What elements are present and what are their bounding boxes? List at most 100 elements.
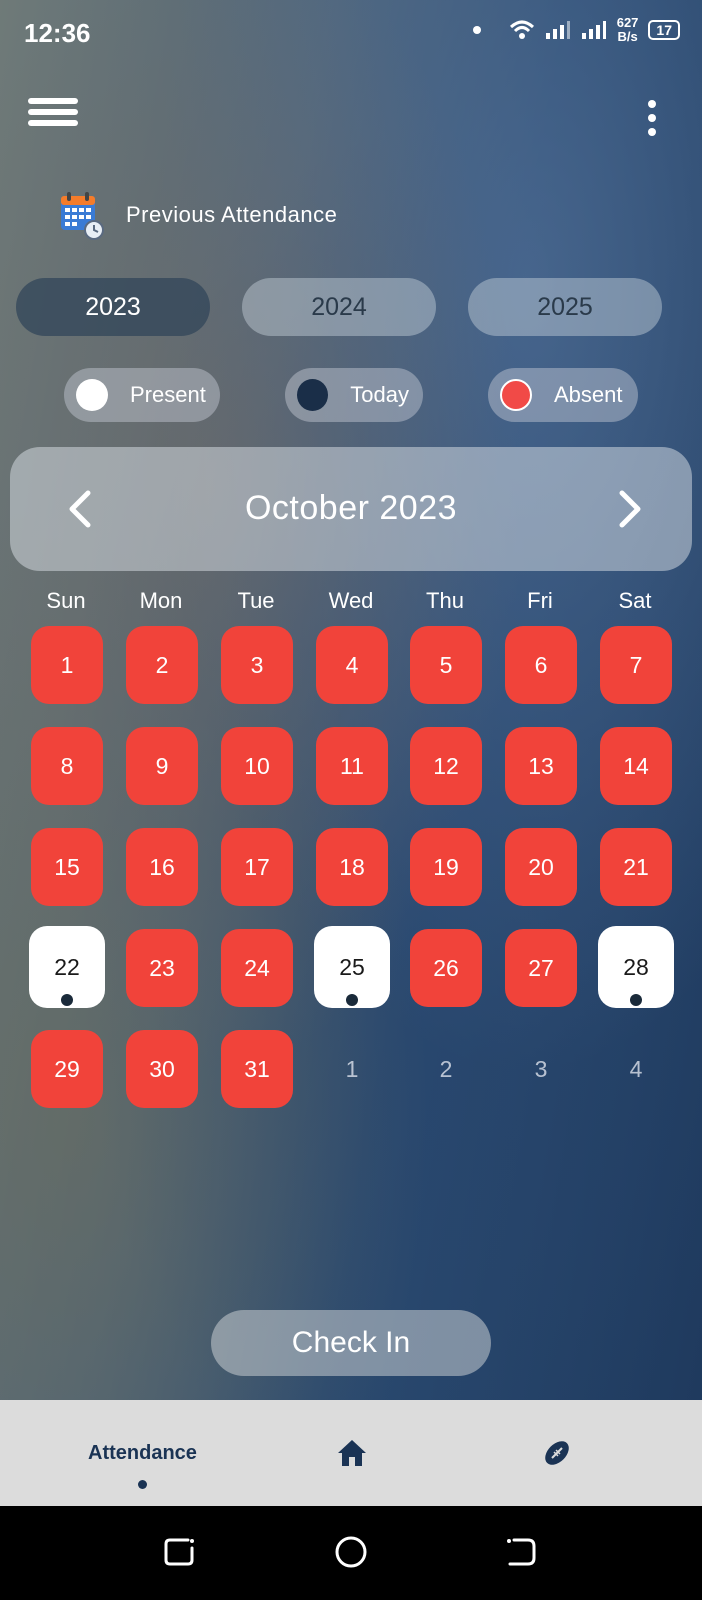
year-tab-2024[interactable]: 2024 [242,278,436,336]
calendar-day-number: 1 [60,651,74,678]
calendar-day-number: 31 [244,1055,270,1082]
check-in-button[interactable]: Check In [211,1310,491,1376]
home-button-icon[interactable] [333,1534,369,1570]
calendar-day-number: 20 [528,853,554,880]
calendar-day-number: 10 [244,752,270,779]
calendar-day-absent[interactable]: 24 [221,929,293,1007]
calendar-day-present[interactable]: 25 [314,926,390,1008]
weekday-thu: Thu [426,588,464,613]
calendar-day-absent[interactable]: 15 [31,828,103,906]
calendar-clock-icon [61,192,104,240]
month-header: October 2023 [10,447,692,571]
back-icon[interactable] [504,1534,540,1570]
status-time: 12:36 [24,18,91,48]
calendar-day-absent[interactable]: 1 [31,626,103,704]
legend-today-label: Today [350,382,409,407]
hamburger-menu-icon[interactable] [28,98,80,130]
battery-icon: 17 [648,20,680,40]
calendar-day-number: 26 [433,954,459,981]
calendar-day-absent[interactable]: 16 [126,828,198,906]
calendar-day-number: 24 [244,954,270,981]
calendar-day-absent[interactable]: 4 [316,626,388,704]
calendar-day-absent[interactable]: 6 [505,626,577,704]
calendar-day-absent[interactable]: 3 [221,626,293,704]
calendar-day-absent[interactable]: 7 [600,626,672,704]
calendar-day-number: 9 [155,752,169,779]
calendar-day-absent[interactable]: 27 [505,929,577,1007]
calendar-day-absent[interactable]: 13 [505,727,577,805]
chevron-right-icon[interactable] [610,487,650,531]
calendar-day-absent[interactable]: 9 [126,727,198,805]
calendar-day-number: 29 [54,1055,80,1082]
calendar-day-number: 21 [623,853,649,880]
calendar-day-number: 3 [250,651,264,678]
weekday-tue: Tue [237,588,275,613]
year-tab-2025[interactable]: 2025 [468,278,662,336]
football-icon [545,1441,569,1465]
system-navigation-bar [0,1506,702,1600]
nav-item-attendance[interactable]: Attendance [0,1400,234,1506]
recent-apps-icon[interactable] [162,1534,198,1570]
calendar-day-absent[interactable]: 17 [221,828,293,906]
weekday-mon: Mon [139,588,183,613]
wifi-icon [509,20,534,39]
calendar-day-present[interactable]: 28 [598,926,674,1008]
weekday-sun: Sun [46,588,86,613]
calendar-day-absent[interactable]: 8 [31,727,103,805]
network-speed-unit: B/s [617,29,638,44]
legend-absent: Absent [488,368,638,422]
calendar-day-other: 3 [505,1030,577,1108]
bottom-navigation: Attendance [0,1400,702,1506]
calendar-day-absent[interactable]: 10 [221,727,293,805]
status-bar: 12:36 627 B/s 17 [0,0,702,68]
calendar-day-absent[interactable]: 14 [600,727,672,805]
calendar-day-absent[interactable]: 31 [221,1030,293,1108]
calendar-day-number: 13 [528,752,554,779]
calendar-day-number: 19 [433,853,459,880]
home-icon [338,1440,366,1466]
calendar-day-absent[interactable]: 20 [505,828,577,906]
calendar-day-number: 30 [149,1055,175,1082]
calendar-day-absent[interactable]: 5 [410,626,482,704]
nav-item-home[interactable] [234,1400,468,1506]
calendar-day-absent[interactable]: 12 [410,727,482,805]
present-swatch-icon [76,379,108,411]
calendar-day-absent[interactable]: 29 [31,1030,103,1108]
more-options-icon[interactable] [646,100,658,136]
nav-item-sports[interactable] [468,1400,702,1506]
calendar-day-absent[interactable]: 21 [600,828,672,906]
nav-item-attendance-label: Attendance [88,1442,197,1464]
calendar-day-number: 22 [54,953,80,980]
legend-absent-label: Absent [554,382,623,407]
calendar-day-number: 7 [629,651,643,678]
calendar-day-number: 2 [155,651,169,678]
legend-present: Present [64,368,220,422]
previous-attendance-header: Previous Attendance [58,190,337,240]
calendar-day-absent[interactable]: 23 [126,929,198,1007]
previous-attendance-label: Previous Attendance [126,202,338,227]
calendar-day-number: 23 [149,954,175,981]
status-icons: 627 B/s 17 [472,16,680,44]
calendar-day-absent[interactable]: 11 [316,727,388,805]
attendance-mark-dot [61,994,73,1006]
calendar-day-absent[interactable]: 2 [126,626,198,704]
calendar-day-present[interactable]: 22 [29,926,105,1008]
month-title: October 2023 [244,489,458,527]
calendar-day-number: 25 [339,953,365,980]
calendar-day-number: 28 [623,953,649,980]
calendar-day-absent[interactable]: 18 [316,828,388,906]
calendar-day-number: 5 [439,651,453,678]
signal-icon [545,21,570,39]
attendance-mark-dot [630,994,642,1006]
calendar-day-absent[interactable]: 26 [410,929,482,1007]
weekday-sat: Sat [618,588,652,613]
weekday-fri: Fri [527,588,553,613]
weekday-wed: Wed [328,588,374,613]
calendar-day-absent[interactable]: 30 [126,1030,198,1108]
year-tab-2023[interactable]: 2023 [16,278,210,336]
legend-today: Today [285,368,423,422]
calendar-day-other: 1 [316,1030,388,1108]
calendar-day-other: 2 [410,1030,482,1108]
calendar-day-number: 12 [433,752,459,779]
calendar-day-absent[interactable]: 19 [410,828,482,906]
